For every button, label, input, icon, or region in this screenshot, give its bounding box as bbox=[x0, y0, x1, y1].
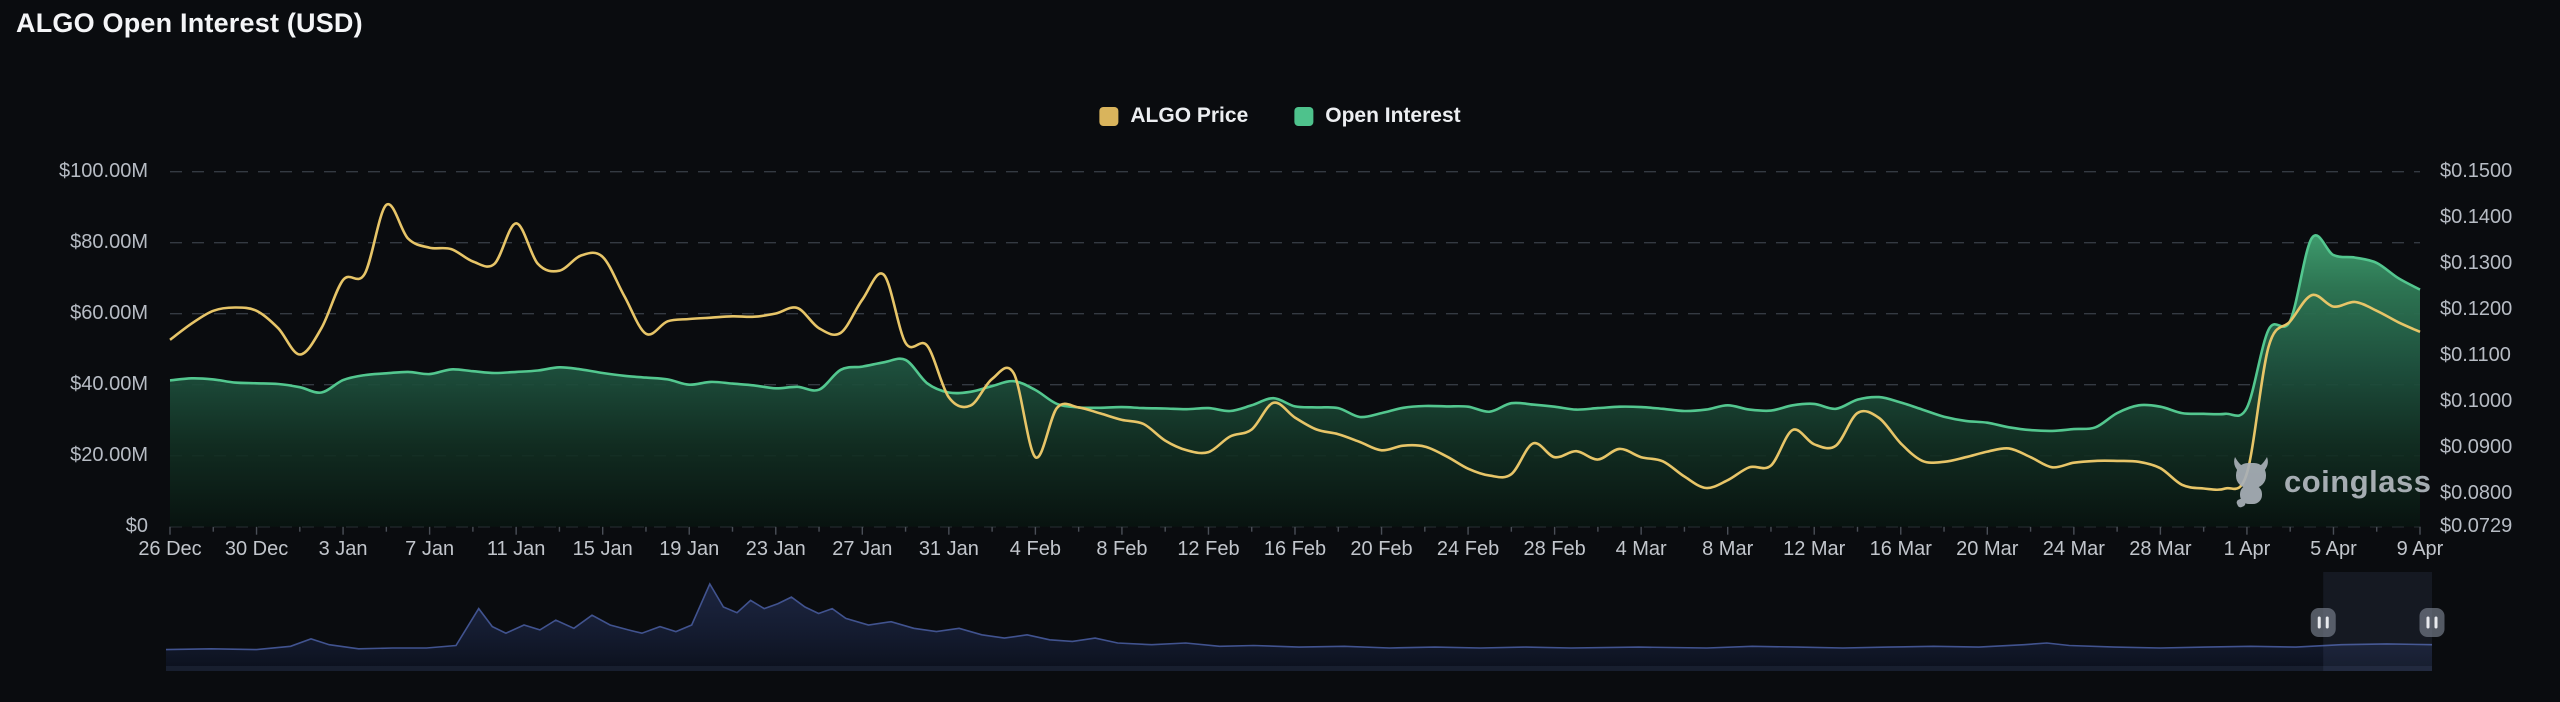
x-axis-label: 9 Apr bbox=[2355, 538, 2485, 561]
pause-bars-icon bbox=[2318, 617, 2321, 629]
navigator-handle-right[interactable] bbox=[2420, 608, 2445, 637]
legend-label: ALGO Price bbox=[1130, 104, 1248, 128]
coinglass-watermark: coinglass bbox=[2228, 456, 2432, 508]
navigator-selection[interactable] bbox=[2323, 572, 2432, 671]
navigator[interactable] bbox=[166, 572, 2445, 671]
y-axis-label-right: $0.0729 bbox=[2440, 515, 2560, 538]
pause-bars-icon bbox=[2326, 617, 2329, 629]
y-axis-label-left: $20.00M bbox=[30, 444, 148, 467]
navigator-baseline bbox=[166, 666, 2432, 671]
pause-bars-icon bbox=[2435, 617, 2438, 629]
navigator-area[interactable] bbox=[166, 584, 2432, 666]
legend-label: Open Interest bbox=[1325, 104, 1460, 128]
legend-swatch bbox=[1099, 107, 1118, 126]
legend-item-algo-price[interactable]: ALGO Price bbox=[1099, 104, 1248, 128]
y-axis-label-right: $0.1200 bbox=[2440, 298, 2560, 321]
y-axis-label-right: $0.1500 bbox=[2440, 160, 2560, 183]
y-axis-label-left: $40.00M bbox=[30, 373, 148, 396]
watermark-text: coinglass bbox=[2284, 464, 2432, 500]
page-title: ALGO Open Interest (USD) bbox=[16, 8, 363, 39]
y-axis-label-right: $0.0800 bbox=[2440, 482, 2560, 505]
chart-legend: ALGO Price Open Interest bbox=[1099, 104, 1460, 128]
y-axis-label-right: $0.1300 bbox=[2440, 252, 2560, 275]
y-axis-label-right: $0.1000 bbox=[2440, 390, 2560, 413]
legend-item-open-interest[interactable]: Open Interest bbox=[1294, 104, 1460, 128]
open-interest-area[interactable] bbox=[170, 235, 2420, 526]
y-axis-label-left: $0 bbox=[30, 515, 148, 538]
y-axis-label-right: $0.0900 bbox=[2440, 436, 2560, 459]
y-axis-label-left: $60.00M bbox=[30, 302, 148, 325]
y-axis-label-right: $0.1100 bbox=[2440, 344, 2560, 367]
legend-swatch bbox=[1294, 107, 1313, 126]
y-axis-label-right: $0.1400 bbox=[2440, 206, 2560, 229]
pause-bars-icon bbox=[2427, 617, 2430, 629]
y-axis-label-left: $100.00M bbox=[30, 160, 148, 183]
x-axis-ticks bbox=[170, 527, 2420, 535]
coinglass-bull-icon bbox=[2228, 456, 2274, 508]
y-axis-label-left: $80.00M bbox=[30, 231, 148, 254]
coinglass-chart-page: ALGO Open Interest (USD) ALGO Price Open … bbox=[0, 0, 2560, 702]
navigator-handle-left[interactable] bbox=[2311, 608, 2336, 637]
